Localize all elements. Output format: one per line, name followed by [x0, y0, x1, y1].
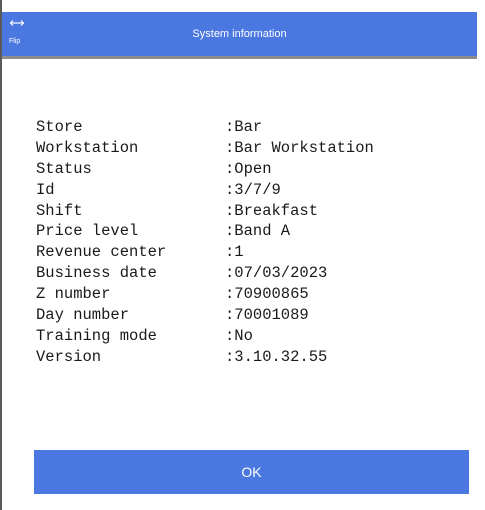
system-information-window: Flip System information Store :Bar Works… [0, 0, 485, 510]
info-value: :70900865 [225, 285, 309, 304]
info-value: :Breakfast [225, 201, 319, 220]
info-value: :Bar Workstation [225, 138, 374, 157]
info-label: Version [36, 347, 102, 366]
info-value: :70001089 [225, 306, 309, 325]
info-label: Id [36, 180, 55, 199]
info-value: :No [225, 326, 253, 345]
info-label: Day number [36, 306, 130, 325]
info-label: Training mode [36, 326, 157, 345]
info-label: Price level [36, 222, 139, 241]
info-value: :07/03/2023 [225, 264, 328, 283]
title-bar: Flip System information [2, 12, 477, 56]
info-label: Business date [36, 264, 157, 283]
ok-button[interactable]: OK [34, 450, 469, 494]
info-label: Workstation [36, 138, 139, 157]
info-label: Store [36, 118, 83, 136]
info-value: :Band A [225, 222, 291, 241]
info-label: Revenue center [36, 243, 167, 262]
info-label: Status [36, 159, 92, 178]
title-divider [2, 56, 477, 59]
info-value: :3/7/9 [225, 180, 281, 199]
info-value: :1 [225, 243, 244, 262]
info-label: Z number [36, 285, 111, 304]
window-title: System information [192, 28, 287, 40]
info-value: :Open [225, 159, 272, 178]
info-value: :3.10.32.55 [225, 347, 328, 366]
info-label: Shift [36, 201, 83, 220]
info-value: :Bar [225, 118, 263, 136]
